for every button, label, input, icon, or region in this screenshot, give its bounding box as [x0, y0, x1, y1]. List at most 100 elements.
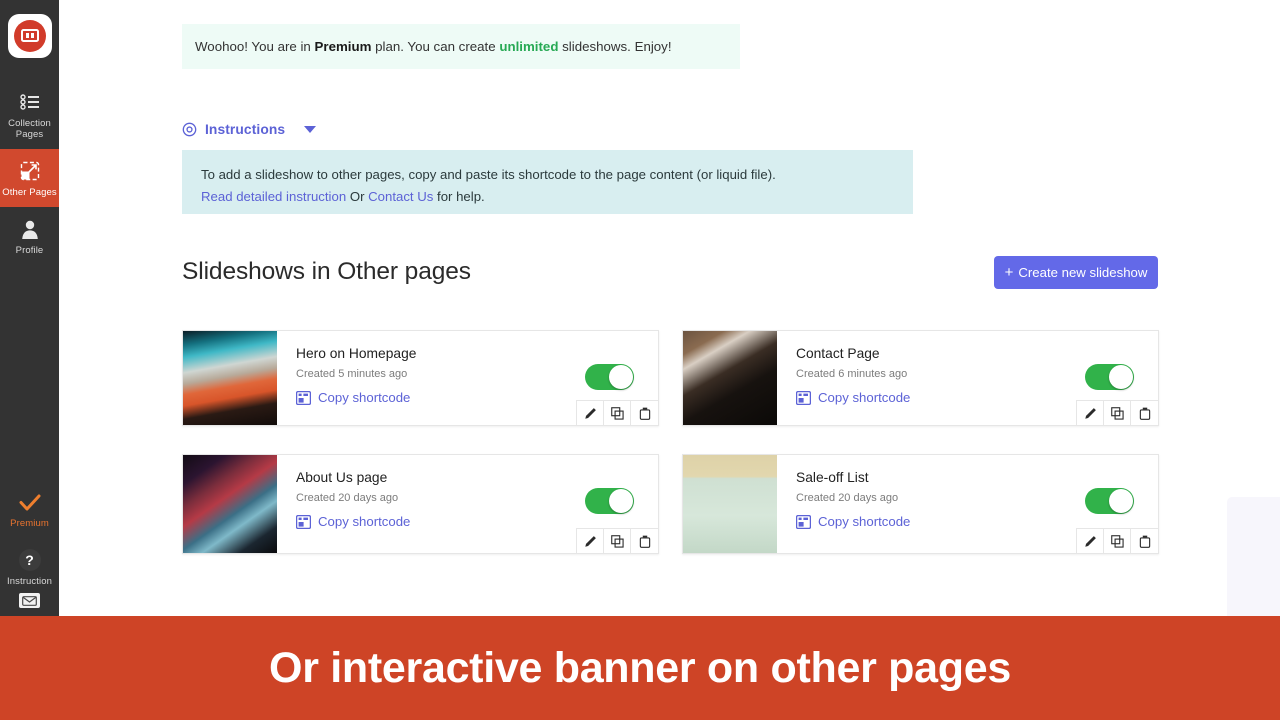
- slideshow-card[interactable]: Hero on Homepage Created 5 minutes ago C…: [182, 330, 659, 426]
- user-icon: [21, 218, 39, 240]
- duplicate-button[interactable]: [1104, 401, 1131, 425]
- copy-icon: [1110, 406, 1124, 420]
- promo-banner: Or interactive banner on other pages: [0, 616, 1280, 720]
- slideshow-enable-toggle[interactable]: [1085, 364, 1134, 390]
- duplicate-button[interactable]: [1104, 529, 1131, 553]
- copy-icon: [610, 534, 624, 548]
- premium-banner-text: Woohoo! You are in Premium plan. You can…: [195, 39, 672, 54]
- edit-button[interactable]: [577, 529, 604, 553]
- sidebar-item-instruction[interactable]: ? Instruction: [0, 538, 59, 593]
- pencil-icon: [1084, 535, 1097, 548]
- slideshow-thumbnail: [183, 331, 277, 425]
- app-root: Collection Pages Other Pages Profile Pre…: [0, 0, 1280, 720]
- slideshow-card-body: Sale-off List Created 20 days ago Copy s…: [777, 455, 1158, 553]
- slideshow-title: About Us page: [296, 470, 388, 485]
- slideshow-thumbnail: [683, 331, 777, 425]
- premium-plan-banner: Woohoo! You are in Premium plan. You can…: [182, 24, 740, 69]
- shortcode-icon: [296, 514, 311, 529]
- toggle-knob: [609, 489, 633, 513]
- toggle-knob: [1109, 365, 1133, 389]
- app-logo[interactable]: [7, 14, 52, 58]
- slideshow-enable-toggle[interactable]: [1085, 488, 1134, 514]
- slideshow-title: Sale-off List: [796, 470, 869, 485]
- gear-icon: [182, 122, 197, 137]
- edit-button[interactable]: [1077, 529, 1104, 553]
- trash-icon: [639, 407, 651, 420]
- delete-button[interactable]: [1131, 529, 1158, 553]
- pencil-icon: [584, 535, 597, 548]
- slideshow-enable-toggle[interactable]: [585, 488, 634, 514]
- toggle-knob: [609, 365, 633, 389]
- trash-icon: [639, 535, 651, 548]
- slideshow-card[interactable]: About Us page Created 20 days ago Copy s…: [182, 454, 659, 554]
- delete-button[interactable]: [631, 401, 658, 425]
- instructions-body-line1: To add a slideshow to other pages, copy …: [201, 167, 776, 182]
- delete-button[interactable]: [631, 529, 658, 553]
- pencil-icon: [1084, 407, 1097, 420]
- edit-button[interactable]: [1077, 401, 1104, 425]
- slideshow-card[interactable]: Contact Page Created 6 minutes ago Copy …: [682, 330, 1159, 426]
- slideshow-card-body: Contact Page Created 6 minutes ago Copy …: [777, 331, 1158, 425]
- instructions-title: Instructions: [205, 122, 286, 137]
- sidebar-item-collection-pages[interactable]: Collection Pages: [0, 80, 59, 149]
- chevron-down-icon[interactable]: [304, 126, 317, 133]
- sidebar-item-label-other-pages: Other Pages: [2, 187, 57, 198]
- instructions-panel: To add a slideshow to other pages, copy …: [182, 150, 913, 214]
- plus-icon: +: [1004, 264, 1014, 281]
- envelope-icon[interactable]: [19, 593, 40, 608]
- sidebar-item-premium[interactable]: Premium: [0, 480, 59, 538]
- create-new-slideshow-button[interactable]: + Create new slideshow: [994, 256, 1158, 289]
- sidebar-item-label-collection-pages: Collection Pages: [8, 118, 51, 140]
- external-frame-icon: [20, 160, 40, 182]
- sidebar-item-other-pages[interactable]: Other Pages: [0, 149, 59, 207]
- trash-icon: [1139, 407, 1151, 420]
- pencil-icon: [584, 407, 597, 420]
- check-icon: [19, 491, 41, 513]
- delete-button[interactable]: [1131, 401, 1158, 425]
- slideshow-card-body: About Us page Created 20 days ago Copy s…: [277, 455, 658, 553]
- slideshow-card-actions: [1076, 400, 1158, 425]
- slideshow-enable-toggle[interactable]: [585, 364, 634, 390]
- sidebar-item-profile[interactable]: Profile: [0, 207, 59, 265]
- instructions-toggle-header[interactable]: Instructions: [182, 122, 317, 137]
- page-title: Slideshows in Other pages: [182, 258, 471, 285]
- read-detailed-instruction-link[interactable]: Read detailed instruction: [201, 189, 346, 204]
- copy-shortcode-label: Copy shortcode: [818, 514, 911, 529]
- duplicate-button[interactable]: [604, 401, 631, 425]
- slideshow-card-body: Hero on Homepage Created 5 minutes ago C…: [277, 331, 658, 425]
- toggle-knob: [1109, 489, 1133, 513]
- slideshow-card-actions: [576, 400, 658, 425]
- slideshow-card[interactable]: Sale-off List Created 20 days ago Copy s…: [682, 454, 1159, 554]
- copy-shortcode-label: Copy shortcode: [818, 390, 911, 405]
- shortcode-icon: [296, 390, 311, 405]
- trash-icon: [1139, 535, 1151, 548]
- right-edge-panel: [1227, 497, 1280, 616]
- contact-us-link[interactable]: Contact Us: [368, 189, 433, 204]
- slideshow-thumbnail: [183, 455, 277, 553]
- copy-shortcode-button[interactable]: Copy shortcode: [296, 514, 658, 529]
- copy-shortcode-button[interactable]: Copy shortcode: [796, 514, 1158, 529]
- copy-shortcode-label: Copy shortcode: [318, 390, 411, 405]
- edit-button[interactable]: [577, 401, 604, 425]
- promo-banner-text: Or interactive banner on other pages: [269, 643, 1011, 692]
- slideshow-title: Contact Page: [796, 346, 880, 361]
- shortcode-icon: [796, 390, 811, 405]
- instructions-body-line2: Read detailed instruction Or Contact Us …: [201, 189, 485, 204]
- sidebar-item-label-premium: Premium: [10, 518, 49, 529]
- sidebar: Collection Pages Other Pages Profile Pre…: [0, 0, 59, 616]
- slideshow-card-actions: [1076, 528, 1158, 553]
- app-logo-icon: [13, 20, 46, 52]
- copy-shortcode-label: Copy shortcode: [318, 514, 411, 529]
- list-icon: [19, 91, 40, 113]
- sidebar-item-label-instruction: Instruction: [7, 576, 52, 587]
- duplicate-button[interactable]: [604, 529, 631, 553]
- copy-icon: [610, 406, 624, 420]
- main-content: Woohoo! You are in Premium plan. You can…: [59, 0, 1280, 616]
- question-mark-icon: ?: [18, 549, 41, 571]
- create-new-slideshow-label: Create new slideshow: [1018, 265, 1148, 280]
- slideshow-title: Hero on Homepage: [296, 346, 417, 361]
- slideshow-thumbnail: [683, 455, 777, 553]
- shortcode-icon: [796, 514, 811, 529]
- sidebar-item-label-profile: Profile: [15, 245, 44, 256]
- slideshow-card-actions: [576, 528, 658, 553]
